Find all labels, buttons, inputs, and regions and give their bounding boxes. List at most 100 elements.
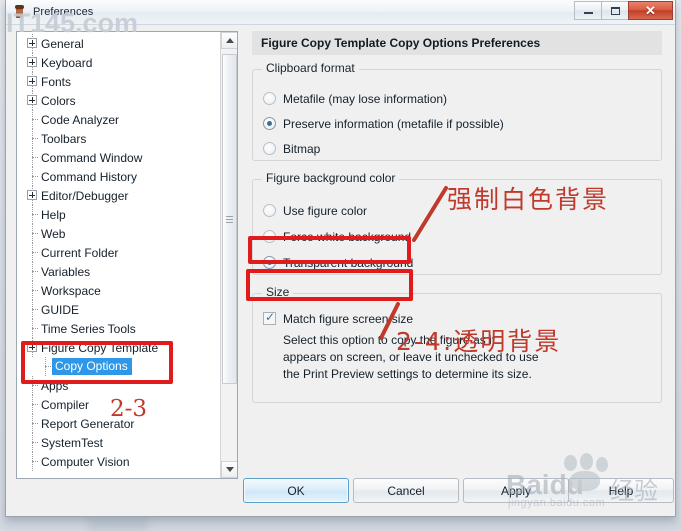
tree-scrollbar[interactable]	[220, 32, 237, 478]
tree-item-colors[interactable]: Colors	[17, 91, 220, 110]
expander-icon[interactable]	[26, 53, 39, 72]
radio-label: Metafile (may lose information)	[283, 92, 448, 106]
ok-button[interactable]: OK	[243, 478, 349, 503]
radio-metafile[interactable]: Metafile (may lose information)	[263, 92, 447, 106]
checkbox-label: Match figure screen size	[283, 312, 414, 326]
tree-item-label: Copy Options	[52, 358, 132, 375]
radio-label: Preserve information (metafile if possib…	[283, 117, 504, 131]
radio-transparent-background[interactable]: Transparent background	[263, 256, 413, 270]
tree-item-figure-copy-template[interactable]: Figure Copy Template	[17, 338, 220, 357]
cancel-button[interactable]: Cancel	[353, 478, 459, 503]
expander-icon[interactable]	[26, 186, 39, 205]
tree-branch-icon	[26, 224, 39, 243]
minimize-icon	[583, 12, 593, 14]
expand-plus-icon[interactable]	[27, 190, 37, 200]
scroll-up-button[interactable]	[221, 32, 237, 49]
radio-indicator	[263, 92, 276, 105]
tree-item-toolbars[interactable]: Toolbars	[17, 129, 220, 148]
tree-item-keyboard[interactable]: Keyboard	[17, 53, 220, 72]
minimize-button[interactable]	[574, 1, 602, 20]
tree-item-report-generator[interactable]: Report Generator	[17, 414, 220, 433]
tree-item-label: SystemTest	[41, 435, 104, 450]
tree-item-label: Fonts	[41, 74, 72, 89]
radio-indicator	[263, 256, 276, 269]
tree-item-label: Computer Vision	[41, 454, 130, 469]
expander-icon[interactable]	[26, 338, 39, 357]
expander-icon[interactable]	[26, 34, 39, 53]
scrollbar-thumb[interactable]	[222, 54, 237, 384]
radio-label: Use figure color	[283, 204, 368, 218]
tree-item-fonts[interactable]: Fonts	[17, 72, 220, 91]
size-group: Size Match figure screen size Select thi…	[252, 285, 662, 403]
tree-branch-icon	[26, 395, 39, 414]
tree-item-command-window[interactable]: Command Window	[17, 148, 220, 167]
scroll-down-button[interactable]	[221, 461, 237, 478]
tree-item-general[interactable]: General	[17, 34, 220, 53]
tree-item-workspace[interactable]: Workspace	[17, 281, 220, 300]
tree-branch-icon	[26, 148, 39, 167]
tree-item-current-folder[interactable]: Current Folder	[17, 243, 220, 262]
size-help-line-2: appears on screen, or leave it unchecked…	[283, 350, 539, 364]
clipboard-format-legend: Clipboard format	[262, 61, 359, 75]
chevron-up-icon	[225, 38, 234, 43]
maximize-button[interactable]	[601, 1, 629, 20]
tree-item-label: Apps	[41, 378, 69, 393]
radio-bitmap[interactable]: Bitmap	[263, 142, 320, 156]
expand-plus-icon[interactable]	[27, 342, 37, 352]
tree-branch-icon	[26, 433, 39, 452]
window-title: Preferences	[33, 6, 94, 18]
expand-plus-icon[interactable]	[27, 76, 37, 86]
tree-branch-icon	[26, 243, 39, 262]
background-blur-shape	[88, 518, 148, 531]
radio-force-white-background[interactable]: Force white background	[263, 230, 411, 244]
tree-item-list: General Keyboard Fonts Colors Code Analyzer T…	[17, 34, 220, 471]
tree-item-copy-options[interactable]: Copy Options	[17, 357, 220, 376]
tree-item-label: Command Window	[41, 150, 143, 165]
title-bar[interactable]: Preferences ✕	[6, 0, 675, 25]
tree-item-variables[interactable]: Variables	[17, 262, 220, 281]
tree-branch-icon	[26, 110, 39, 129]
tree-item-help[interactable]: Help	[17, 205, 220, 224]
tree-item-compiler[interactable]: Compiler	[17, 395, 220, 414]
expand-plus-icon[interactable]	[27, 38, 37, 48]
tree-item-time-series-tools[interactable]: Time Series Tools	[17, 319, 220, 338]
tree-item-apps[interactable]: Apps	[17, 376, 220, 395]
tree-item-command-history[interactable]: Command History	[17, 167, 220, 186]
expand-plus-icon[interactable]	[27, 95, 37, 105]
radio-indicator	[263, 142, 276, 155]
tree-item-web[interactable]: Web	[17, 224, 220, 243]
expand-plus-icon[interactable]	[27, 57, 37, 67]
pane-title: Figure Copy Template Copy Options Prefer…	[252, 31, 662, 55]
figure-background-color-legend: Figure background color	[262, 171, 400, 185]
help-button[interactable]: Help	[568, 478, 674, 503]
size-legend: Size	[262, 285, 294, 299]
expander-icon[interactable]	[26, 72, 39, 91]
checkbox-match-figure-screen-size[interactable]: Match figure screen size	[263, 310, 414, 326]
tree-branch-icon	[26, 167, 39, 186]
tree-item-label: Keyboard	[41, 55, 93, 70]
tree-branch-icon	[26, 129, 39, 148]
preferences-window: Preferences ✕ General Keyboard Fonts Colors…	[5, 0, 676, 517]
expander-icon[interactable]	[26, 91, 39, 110]
tree-item-label: Code Analyzer	[41, 112, 120, 127]
tree-branch-icon	[26, 452, 39, 471]
tree-item-label: GUIDE	[41, 302, 80, 317]
radio-indicator	[263, 117, 276, 130]
tree-item-computer-vision[interactable]: Computer Vision	[17, 452, 220, 471]
tree-item-editor-debugger[interactable]: Editor/Debugger	[17, 186, 220, 205]
apply-button[interactable]: Apply	[463, 478, 569, 503]
tree-branch-icon	[26, 414, 39, 433]
tree-item-label: Editor/Debugger	[41, 188, 129, 203]
close-button[interactable]: ✕	[628, 1, 673, 20]
radio-preserve-information[interactable]: Preserve information (metafile if possib…	[263, 117, 504, 131]
tree-item-label: Toolbars	[41, 131, 87, 146]
preferences-tree[interactable]: General Keyboard Fonts Colors Code Analyzer T…	[16, 31, 238, 479]
maximize-icon	[610, 6, 620, 15]
tree-item-guide[interactable]: GUIDE	[17, 300, 220, 319]
window-controls: ✕	[574, 1, 673, 20]
radio-use-figure-color[interactable]: Use figure color	[263, 204, 367, 218]
tree-item-label: General	[41, 36, 84, 51]
tree-item-systemtest[interactable]: SystemTest	[17, 433, 220, 452]
tree-item-code-analyzer[interactable]: Code Analyzer	[17, 110, 220, 129]
size-help-line-1: Select this option to copy the figure as…	[283, 333, 496, 347]
